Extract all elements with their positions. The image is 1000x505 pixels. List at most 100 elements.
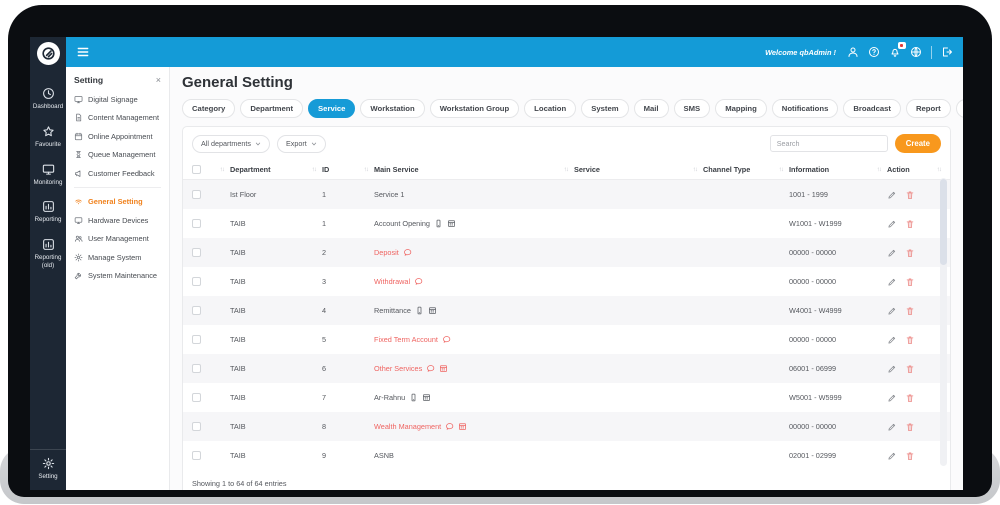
sort-icon[interactable]: ↑↓ (779, 166, 784, 173)
tab-broadcast[interactable]: Broadcast (843, 99, 901, 118)
tab-workstation-group[interactable]: Workstation Group (429, 99, 520, 118)
tab-category[interactable]: Category (182, 99, 236, 118)
delete-icon[interactable] (905, 248, 915, 258)
delete-icon[interactable] (905, 364, 915, 374)
menu-item-customer-feedback[interactable]: Customer Feedback (74, 169, 161, 178)
star-icon (42, 125, 55, 138)
menu-item-system-maintenance[interactable]: System Maintenance (74, 271, 161, 280)
edit-icon[interactable] (887, 306, 897, 316)
sidebar-item-setting[interactable]: Setting (30, 449, 66, 490)
sidebar-item-reporting-old[interactable]: Reporting (old) (30, 238, 66, 270)
cell-id: 1 (322, 190, 327, 199)
sidebar-item-favourite[interactable]: Favourite (30, 125, 66, 149)
entries-summary: Showing 1 to 64 of 64 entries (192, 479, 287, 488)
sort-icon[interactable]: ↑↓ (877, 166, 882, 173)
menu-item-user-management[interactable]: User Management (74, 234, 161, 243)
cell-id: 7 (322, 393, 327, 402)
hamburger-menu-icon[interactable] (76, 45, 90, 59)
tab-sms[interactable]: SMS (673, 99, 711, 118)
tab-report[interactable]: Report (905, 99, 951, 118)
row-checkbox[interactable] (192, 277, 201, 286)
topbar-right: Welcome qbAdmin ! (765, 42, 953, 59)
delete-icon[interactable] (905, 451, 915, 461)
export-dropdown[interactable]: Export (276, 134, 326, 153)
delete-icon[interactable] (905, 306, 915, 316)
tab-service[interactable]: Service (308, 99, 356, 118)
mobile-icon (409, 393, 418, 402)
delete-icon[interactable] (905, 393, 915, 403)
tab-mail[interactable]: Mail (633, 99, 669, 118)
sort-icon[interactable]: ↑↓ (312, 166, 317, 173)
globe-icon[interactable] (910, 46, 922, 58)
sort-icon[interactable]: ↑↓ (564, 166, 569, 173)
user-icon[interactable] (847, 46, 859, 58)
tab-system[interactable]: System (581, 99, 629, 118)
menu-item-content-management[interactable]: Content Management (74, 113, 161, 122)
select-all-checkbox[interactable] (192, 165, 201, 174)
row-checkbox[interactable] (192, 364, 201, 373)
service-table-card: All departments Export Create (182, 126, 951, 490)
menu-item-general-setting[interactable]: General Setting (74, 197, 161, 206)
table-row: TAIB 9 ASNB 02001 - 02999 (183, 441, 950, 470)
sidebar-item-dashboard[interactable]: Dashboard (30, 87, 66, 111)
help-icon[interactable] (868, 46, 880, 58)
delete-icon[interactable] (905, 277, 915, 287)
table-scrollbar[interactable] (940, 178, 947, 466)
edit-icon[interactable] (887, 219, 897, 229)
menu-item-online-appointment[interactable]: Online Appointment (74, 132, 161, 141)
cell-department: TAIB (230, 364, 246, 373)
logout-icon[interactable] (941, 46, 953, 58)
create-button[interactable]: Create (894, 134, 941, 153)
sidebar-item-monitoring[interactable]: Monitoring (30, 163, 66, 187)
sidebar-item-reporting[interactable]: Reporting (30, 200, 66, 224)
delete-icon[interactable] (905, 335, 915, 345)
menu-item-manage-system[interactable]: Manage System (74, 252, 161, 262)
search-input[interactable] (769, 135, 888, 152)
edit-icon[interactable] (887, 364, 897, 374)
row-checkbox[interactable] (192, 335, 201, 344)
scrollbar-thumb[interactable] (940, 179, 947, 265)
app-logo (36, 42, 60, 65)
menu-item-digital-signage[interactable]: Digital Signage (74, 95, 161, 104)
sort-icon[interactable]: ↑↓ (693, 166, 698, 173)
row-checkbox[interactable] (192, 422, 201, 431)
devices-icon (74, 216, 83, 225)
edit-icon[interactable] (887, 190, 897, 200)
department-filter-dropdown[interactable]: All departments (192, 134, 270, 153)
chat-icon (426, 364, 435, 373)
edit-icon[interactable] (887, 248, 897, 258)
delete-icon[interactable] (905, 219, 915, 229)
app-window: Dashboard Favourite Monitoring Reporting… (30, 37, 963, 490)
delete-icon[interactable] (905, 422, 915, 432)
menu-item-queue-management[interactable]: Queue Management (74, 150, 161, 159)
edit-icon[interactable] (887, 335, 897, 345)
sort-icon[interactable]: ↑↓ (220, 166, 225, 173)
top-bar: Welcome qbAdmin ! (66, 37, 963, 67)
edit-icon[interactable] (887, 393, 897, 403)
row-checkbox[interactable] (192, 306, 201, 315)
cell-information: 00000 - 00000 (789, 422, 837, 431)
row-checkbox[interactable] (192, 190, 201, 199)
tab-server[interactable]: Server (955, 99, 963, 118)
tab-location[interactable]: Location (524, 99, 577, 118)
tab-workstation[interactable]: Workstation (360, 99, 425, 118)
edit-icon[interactable] (887, 451, 897, 461)
sort-icon[interactable]: ↑↓ (364, 166, 369, 173)
sort-icon[interactable]: ↑↓ (937, 166, 942, 173)
row-checkbox[interactable] (192, 451, 201, 460)
notifications-bell[interactable] (889, 42, 906, 58)
edit-icon[interactable] (887, 277, 897, 287)
tab-department[interactable]: Department (240, 99, 304, 118)
chevron-down-icon (255, 141, 261, 147)
edit-icon[interactable] (887, 422, 897, 432)
tab-mapping[interactable]: Mapping (715, 99, 767, 118)
sidebar-item-label: Dashboard (32, 103, 64, 110)
row-checkbox[interactable] (192, 219, 201, 228)
close-icon[interactable]: × (156, 75, 161, 85)
row-checkbox[interactable] (192, 393, 201, 402)
cell-information: 00000 - 00000 (789, 335, 837, 344)
delete-icon[interactable] (905, 190, 915, 200)
row-checkbox[interactable] (192, 248, 201, 257)
tab-notifications[interactable]: Notifications (771, 99, 839, 118)
menu-item-hardware-devices[interactable]: Hardware Devices (74, 216, 161, 225)
